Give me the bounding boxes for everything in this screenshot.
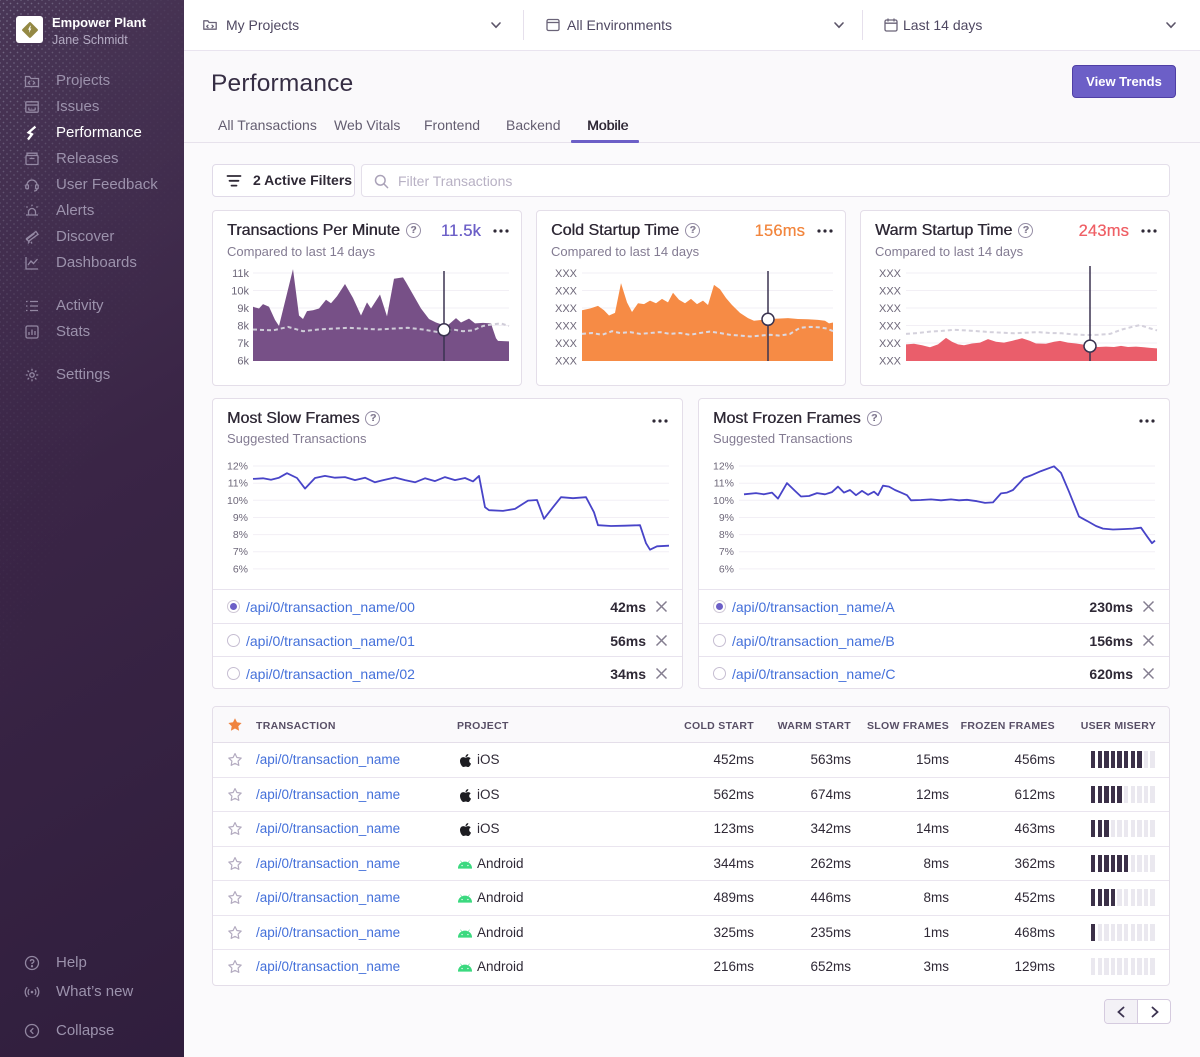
svg-text:XXX: XXX bbox=[555, 286, 578, 298]
svg-text:XXX: XXX bbox=[555, 338, 578, 350]
svg-text:7%: 7% bbox=[719, 546, 734, 558]
svg-text:12%: 12% bbox=[227, 461, 248, 473]
svg-text:XXX: XXX bbox=[879, 268, 902, 280]
svg-text:6%: 6% bbox=[233, 563, 248, 575]
svg-text:11%: 11% bbox=[228, 478, 248, 490]
svg-text:XXX: XXX bbox=[555, 356, 578, 368]
svg-text:XXX: XXX bbox=[555, 321, 578, 333]
svg-text:9k: 9k bbox=[237, 303, 249, 315]
svg-text:XXX: XXX bbox=[879, 338, 902, 350]
svg-text:7k: 7k bbox=[237, 338, 249, 350]
svg-text:11k: 11k bbox=[232, 268, 249, 280]
svg-text:XXX: XXX bbox=[879, 303, 902, 315]
svg-text:XXX: XXX bbox=[879, 286, 902, 298]
svg-text:6k: 6k bbox=[237, 356, 249, 368]
svg-text:11%: 11% bbox=[714, 478, 734, 490]
svg-text:XXX: XXX bbox=[555, 268, 578, 280]
svg-text:8%: 8% bbox=[719, 529, 734, 541]
svg-text:9%: 9% bbox=[719, 512, 734, 524]
svg-text:6%: 6% bbox=[719, 563, 734, 575]
svg-text:8k: 8k bbox=[237, 321, 249, 333]
svg-text:XXX: XXX bbox=[555, 303, 578, 315]
svg-text:12%: 12% bbox=[713, 461, 734, 473]
svg-text:9%: 9% bbox=[233, 512, 248, 524]
svg-text:10%: 10% bbox=[227, 495, 248, 507]
svg-text:10%: 10% bbox=[713, 495, 734, 507]
svg-text:8%: 8% bbox=[233, 529, 248, 541]
svg-text:7%: 7% bbox=[233, 546, 248, 558]
svg-text:XXX: XXX bbox=[879, 321, 902, 333]
svg-text:XXX: XXX bbox=[879, 356, 902, 368]
svg-text:10k: 10k bbox=[231, 286, 249, 298]
